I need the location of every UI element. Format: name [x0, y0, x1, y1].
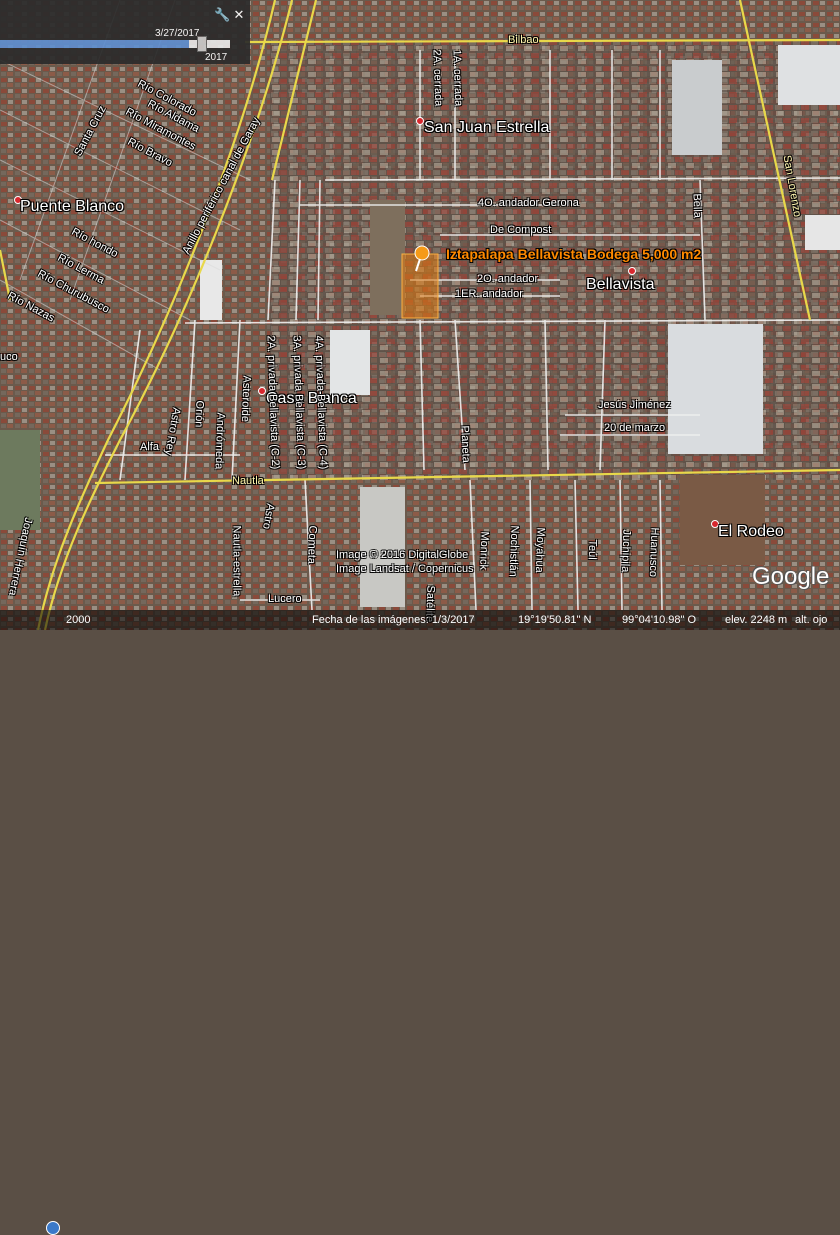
lot	[370, 200, 405, 315]
poi-label[interactable]: Iztapalapa Bellavista Bodega 5,000 m2	[446, 246, 701, 262]
close-icon[interactable]: ✕	[232, 8, 246, 22]
street-label-jesus-jimenez: Jesús Jiménez	[598, 399, 671, 411]
historical-year[interactable]: 2000	[66, 614, 90, 626]
slider-track[interactable]	[0, 40, 230, 48]
warehouse-roof	[330, 330, 370, 395]
place-label-puente-blanco: Puente Blanco	[20, 198, 125, 215]
street-label-alfa: Alfa	[140, 441, 159, 453]
street-label-1er-andador: 1ER. andador	[455, 288, 523, 300]
imagery-credits: Image © 2016 DigitalGlobe Image Landsat …	[336, 548, 474, 576]
street-label-lucero: Lucero	[268, 593, 302, 605]
street-label-monrick: Monrick	[477, 531, 491, 571]
place-marker-icon	[628, 267, 636, 275]
street-label-2a-cerrada: 2A. cerrada	[430, 49, 445, 107]
elevation: elev. 2248 m	[725, 614, 788, 626]
warehouse-roof	[778, 45, 840, 105]
satellite-map[interactable]	[0, 0, 840, 630]
google-logo: Google	[752, 563, 830, 590]
imagery-date: Fecha de las imágenes: 1/3/2017	[312, 614, 475, 626]
street-label-de-compost: De Compost	[490, 224, 552, 236]
warehouse-roof	[805, 215, 840, 250]
street-label-bilbao: Bilbao	[508, 34, 539, 46]
wrench-icon[interactable]: 🔧	[214, 8, 230, 22]
status-bar: 2000 Fecha de las imágenes: 1/3/2017 19°…	[0, 610, 840, 1235]
street-label-planeta: Planeta	[458, 425, 472, 463]
green-area	[0, 430, 40, 530]
place-label-casa-blanca: Casa Blanca	[266, 390, 357, 407]
street-label-bella: Bella	[690, 193, 704, 219]
place-label-bellavista: Bellavista	[586, 276, 655, 293]
street-label-orion: Orión	[192, 400, 206, 428]
street-label-canal-partial: uco	[0, 351, 18, 363]
street-label-andromeda: Andrómeda	[212, 412, 227, 470]
slider-fill	[0, 40, 189, 48]
warehouse-roof	[360, 487, 405, 607]
historical-imagery-slider[interactable]: 3/27/2017 2017 🔧 ✕	[0, 0, 250, 64]
street-label-cometa: Cometa	[305, 525, 319, 565]
place-label-el-rodeo: El Rodeo	[718, 523, 784, 540]
longitude: 99°04'10.98" O	[622, 614, 697, 626]
place-label-san-juan-estrella: San Juan Estrella	[424, 119, 550, 136]
credit-line-2: Image Landsat / Copernicus	[336, 563, 474, 575]
slider-year-label: 2017	[205, 52, 228, 63]
slider-thumb[interactable]	[197, 36, 207, 52]
street-label-4o-andador: 4O. andador Gerona	[478, 197, 579, 209]
street-label-1a-cerrada: 1A. cerrada	[450, 49, 465, 107]
warehouse-roof	[672, 60, 722, 155]
street-label-nautla: Nautla	[232, 475, 264, 487]
street-label-2o-andador: 2O. andador	[477, 273, 539, 285]
pushpin-icon[interactable]	[410, 244, 434, 272]
globe-icon	[46, 1221, 60, 1235]
street-label-nautla-estrella: Nautla-estrella	[230, 525, 243, 597]
street-label-nochistlan: Nochistlán	[506, 525, 521, 578]
eye-altitude: alt. ojo	[795, 614, 828, 626]
place-marker-icon	[416, 117, 424, 125]
street-label-asteroide: Asteroide	[238, 375, 253, 423]
street-label-moyahua: Moyahua	[532, 527, 547, 573]
place-marker-icon	[258, 387, 266, 395]
street-label-huanusco: Huanusco	[646, 527, 661, 578]
latitude: 19°19'50.81" N	[518, 614, 592, 626]
slider-date-label: 3/27/2017	[155, 28, 200, 39]
street-label-teul: Teúl	[585, 539, 599, 560]
lot	[680, 475, 765, 565]
credit-line-1: Image © 2016 DigitalGlobe	[336, 549, 469, 561]
street-label-juchipila: Juchipila	[619, 529, 633, 573]
street-label-20-de-marzo: 20 de marzo	[604, 422, 666, 434]
